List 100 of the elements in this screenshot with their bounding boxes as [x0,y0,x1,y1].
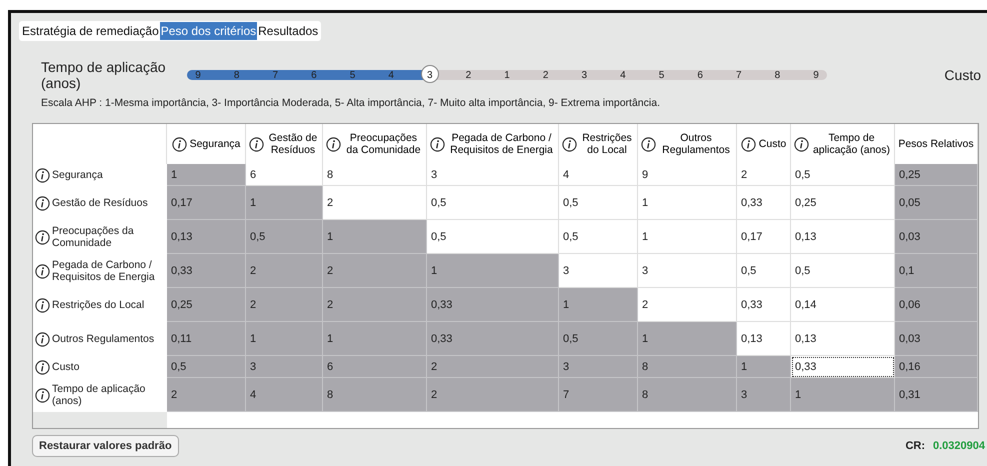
tab[interactable]: Peso dos critérios [160,22,258,40]
tick-label: 6 [310,69,318,83]
table-cell: 0,06 [895,288,978,322]
info-icon[interactable] [172,136,187,152]
column-header: Outros Regulamentos [661,132,731,156]
input-field[interactable]: 0,33 [737,288,791,322]
tick-label: 1 [503,69,511,83]
info-icon[interactable] [794,136,809,152]
info-icon[interactable] [641,136,656,152]
row-header: Outros Regulamentos [52,333,154,345]
row-header: Pegada de Carbono / Requisitos de Energia [52,259,156,283]
tick-label: 3 [426,69,434,83]
table-cell: 0,03 [895,220,978,254]
reset-button[interactable]: Restaurar valores padrão [32,435,179,457]
table-cell: 1 [167,164,246,186]
info-icon[interactable] [35,264,50,278]
table-cell: 3 [737,378,791,412]
input-field[interactable]: 4 [559,164,638,186]
table-cell: 2 [323,288,427,322]
column-header: Gestão de Resíduos [268,132,318,156]
column-header: Pegada de Carbono / Requisitos de Energia [449,132,554,156]
input-field[interactable]: 0,33 [737,186,791,220]
column-header: Segurança [190,138,240,150]
input-field[interactable]: 0,17 [737,220,791,254]
table-cell: 2 [167,378,246,412]
info-icon[interactable] [35,196,50,210]
row-header: Custo [52,361,80,373]
criterion-label: Tempo de aplicação (anos) [41,59,167,91]
input-field[interactable]: 3 [638,254,737,288]
column-header: Custo [758,138,786,150]
tick-label: 5 [658,69,666,83]
table-cell: 0,17 [167,186,246,220]
tab[interactable]: Estratégia de remediação [21,22,160,40]
column-header: Preocupações da Comunidade [345,132,422,156]
info-icon[interactable] [35,388,50,402]
info-icon[interactable] [562,136,577,152]
column-header: Tempo de aplicação (anos) [812,132,891,156]
input-field[interactable]: 0,5 [559,220,638,254]
info-icon[interactable] [35,168,50,182]
tick-label: 4 [387,69,395,83]
tick-label: 7 [734,69,743,83]
table-cell: 0,25 [895,164,978,186]
table-cell: 0,33 [167,254,246,288]
table-cell: 1 [638,322,737,356]
table-cell: 3 [246,356,323,378]
table-cell: 0,1 [895,254,978,288]
table-cell: 0,13 [167,220,246,254]
info-icon[interactable] [35,332,50,346]
criterion-label: Custo [944,67,981,83]
table-cell: 8 [638,356,737,378]
table-cell: 1 [246,322,323,356]
table-cell: 8 [323,378,427,412]
table-cell: 0,03 [895,322,978,356]
input-field[interactable]: 2 [737,164,791,186]
tick-label: 2 [542,69,550,83]
info-icon[interactable] [249,136,264,152]
info-icon[interactable] [326,136,341,152]
tick-label: 8 [232,69,240,83]
table-cell: 0,11 [167,322,246,356]
input-field[interactable]: 8 [323,164,427,186]
tick-label: 5 [348,69,356,83]
tick-label: 3 [580,69,588,83]
tick-label: 6 [696,69,704,83]
table-cell: 1 [323,322,427,356]
table-cell: 0,16 [895,356,978,378]
row-header: Preocupações da Comunidade [52,225,135,249]
info-icon[interactable] [35,360,50,374]
input-field[interactable]: 3 [427,164,559,186]
table-cell: 7 [559,378,638,412]
tick-label: 2 [464,69,472,83]
info-icon[interactable] [35,298,50,312]
cr-label: CR: [905,440,925,452]
tick-label: 8 [774,69,782,83]
table-cell: 0,33 [427,288,559,322]
input-field[interactable]: 0,5 [737,254,791,288]
scale-note: Escala AHP : 1-Mesma importância, 3- Importância Moderada, 5- Alta importância, 7- Muito alta importância, 9- Extrema importância. [41,97,661,109]
table-cell: 2 [246,288,323,322]
input-field[interactable]: 1 [638,220,737,254]
input-field[interactable]: 0,5 [427,186,559,220]
table-cell: 2 [427,356,559,378]
table-cell: 3 [559,356,638,378]
slider-thumb[interactable] [420,65,439,83]
input-field[interactable]: 0,33 [791,356,895,378]
table-cell: 0,25 [167,288,246,322]
row-header: Tempo de aplicação (anos) [52,383,146,407]
info-icon[interactable] [35,230,50,244]
table-cell: 1 [791,378,895,412]
table-cell: 0,5 [559,322,638,356]
input-field[interactable]: 1 [638,186,737,220]
tick-label: 4 [619,69,627,83]
row-header: Segurança [52,169,103,181]
table-cell: 2 [323,254,427,288]
input-field[interactable]: 9 [638,164,737,186]
input-field[interactable]: 0,5 [559,186,638,220]
tick-label: 9 [194,69,202,83]
table-cell: 0,5 [246,220,323,254]
table-cell: 0,31 [895,378,978,412]
info-icon[interactable] [430,136,445,152]
info-icon[interactable] [740,136,756,152]
tab[interactable]: Resultados [257,22,320,40]
